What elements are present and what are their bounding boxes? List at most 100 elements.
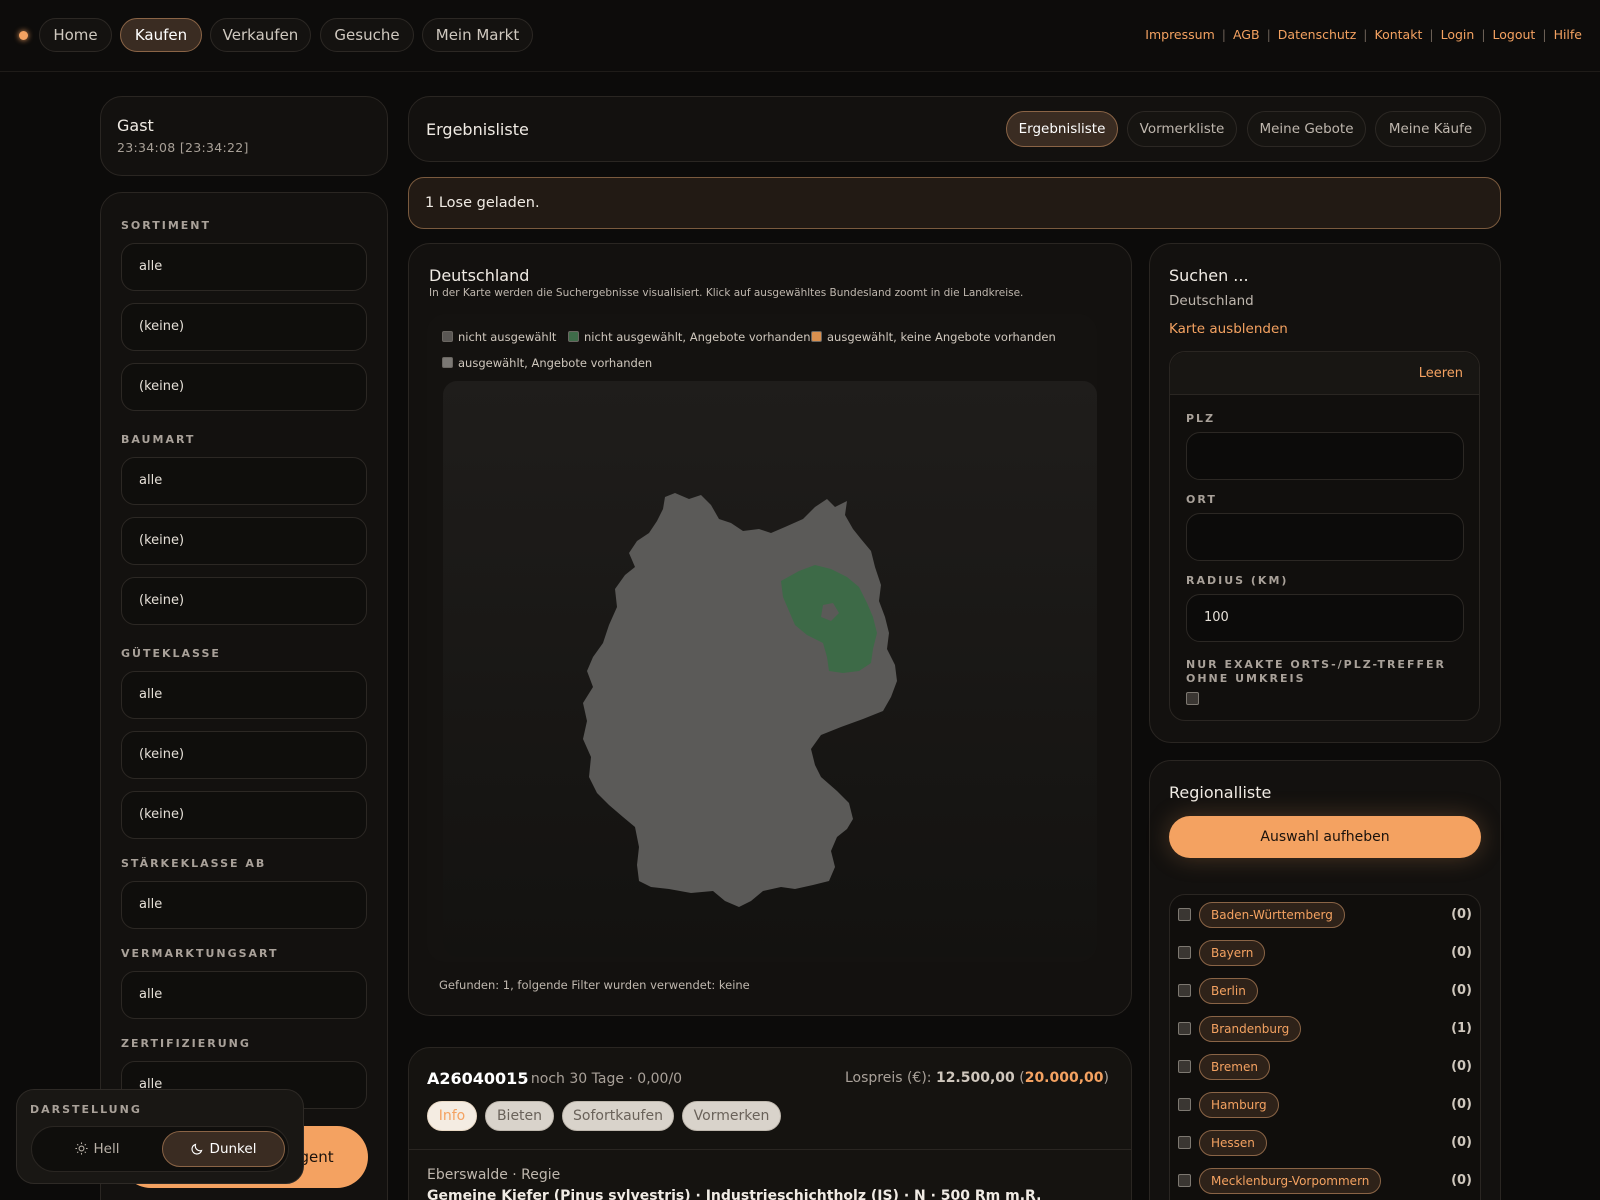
list-item[interactable]: Berlin (0) <box>1170 978 1480 1008</box>
region-checkbox[interactable] <box>1178 1098 1191 1111</box>
region-chip[interactable]: Baden-Württemberg <box>1199 902 1345 928</box>
lot-id[interactable]: A26040015 <box>427 1069 528 1088</box>
nav-kaufen[interactable]: Kaufen <box>120 18 202 52</box>
nav-mein-markt[interactable]: Mein Markt <box>422 18 533 52</box>
link-logout[interactable]: Logout <box>1493 27 1536 42</box>
ort-label: ORT <box>1186 493 1217 506</box>
user-card: Gast 23:34:08 [23:34:22] <box>100 96 388 176</box>
nav-home[interactable]: Home <box>39 18 112 52</box>
region-count: (0) <box>1451 907 1472 922</box>
link-kontakt[interactable]: Kontakt <box>1375 27 1423 42</box>
link-login[interactable]: Login <box>1441 27 1475 42</box>
map-found-text: Gefunden: 1, folgende Filter wurden verw… <box>439 978 750 992</box>
ort-input[interactable] <box>1186 513 1464 561</box>
nav-verkaufen[interactable]: Verkaufen <box>210 18 311 52</box>
legend-label: ausgewählt, keine Angebote vorhanden <box>827 330 1056 344</box>
select-sortiment-3[interactable]: (keine) <box>121 363 367 411</box>
link-agb[interactable]: AGB <box>1233 27 1260 42</box>
theme-light-option[interactable]: Hell <box>36 1131 158 1167</box>
user-name: Gast <box>117 116 154 135</box>
filter-panel: SORTIMENT alle (keine) (keine) BAUMART a… <box>100 192 388 1200</box>
select-sortiment-2[interactable]: (keine) <box>121 303 367 351</box>
list-item[interactable]: Hamburg (0) <box>1170 1092 1480 1122</box>
link-datenschutz[interactable]: Datenschutz <box>1278 27 1357 42</box>
region-checkbox[interactable] <box>1178 1022 1191 1035</box>
hide-map-link[interactable]: Karte ausblenden <box>1169 321 1288 337</box>
select-staerkeklasse[interactable]: alle <box>121 881 367 929</box>
list-item[interactable]: Mecklenburg-Vorpommern (0) <box>1170 1168 1480 1198</box>
region-count: (1) <box>1451 1021 1472 1036</box>
link-impressum[interactable]: Impressum <box>1145 27 1214 42</box>
lot-bookmark-button[interactable]: Vormerken <box>682 1101 781 1131</box>
region-list: Baden-Württemberg (0) Bayern (0) Berlin (0)… <box>1169 894 1481 1200</box>
select-baumart-2[interactable]: (keine) <box>121 517 367 565</box>
germany-map[interactable] <box>443 381 1097 957</box>
lot-price: Lospreis (€): 12.500,00 (20.000,00) <box>844 1070 1109 1086</box>
select-gueteklasse-2[interactable]: (keine) <box>121 731 367 779</box>
nav-gesuche[interactable]: Gesuche <box>320 18 414 52</box>
theme-light-label: Hell <box>93 1141 120 1157</box>
region-count: (0) <box>1451 983 1472 998</box>
list-item[interactable]: Bremen (0) <box>1170 1054 1480 1084</box>
lot-info-button[interactable]: Info <box>427 1101 477 1131</box>
region-checkbox[interactable] <box>1178 1136 1191 1149</box>
region-count: (0) <box>1451 1173 1472 1188</box>
legend-swatch-icon <box>811 331 822 342</box>
search-title: Suchen ... <box>1169 266 1249 285</box>
radius-input[interactable]: 100 <box>1186 594 1464 642</box>
lot-bid-button[interactable]: Bieten <box>485 1101 554 1131</box>
tab-ergebnisliste[interactable]: Ergebnisliste <box>1006 111 1118 147</box>
region-chip[interactable]: Mecklenburg-Vorpommern <box>1199 1168 1382 1194</box>
lot-card[interactable]: A26040015 · noch 30 Tage · 0,00/0 Lospre… <box>408 1047 1132 1200</box>
list-item[interactable]: Brandenburg (1) <box>1170 1016 1480 1046</box>
germany-map-svg[interactable] <box>443 381 1097 957</box>
region-chip[interactable]: Hamburg <box>1199 1092 1279 1118</box>
link-hilfe[interactable]: Hilfe <box>1554 27 1582 42</box>
select-gueteklasse-3[interactable]: (keine) <box>121 791 367 839</box>
lot-price-label: Lospreis (€): <box>844 1070 932 1086</box>
region-checkbox[interactable] <box>1178 1060 1191 1073</box>
region-chip[interactable]: Berlin <box>1199 978 1258 1004</box>
lot-description: Gemeine Kiefer (Pinus sylvestris) · Indu… <box>427 1188 1042 1200</box>
select-sortiment-1[interactable]: alle <box>121 243 367 291</box>
filter-label-gueteklasse: GÜTEKLASSE <box>121 647 221 660</box>
clear-button[interactable]: Leeren <box>1419 366 1463 381</box>
filter-label-zertifizierung: ZERTIFIZIERUNG <box>121 1037 251 1050</box>
region-chip[interactable]: Hessen <box>1199 1130 1267 1156</box>
region-checkbox[interactable] <box>1178 1174 1191 1187</box>
exact-match-checkbox[interactable] <box>1186 692 1199 705</box>
list-item[interactable]: Bayern (0) <box>1170 940 1480 970</box>
select-baumart-3[interactable]: (keine) <box>121 577 367 625</box>
theme-dark-option[interactable]: Dunkel <box>162 1131 285 1167</box>
region-chip[interactable]: Bremen <box>1199 1054 1270 1080</box>
list-item[interactable]: Baden-Württemberg (0) <box>1170 902 1480 932</box>
legend-item: ausgewählt, keine Angebote vorhanden <box>811 330 1056 344</box>
legend-item: nicht ausgewählt <box>442 330 556 344</box>
tab-vormerkliste[interactable]: Vormerkliste <box>1127 111 1237 147</box>
region-checkbox[interactable] <box>1178 984 1191 997</box>
sun-icon <box>74 1142 88 1155</box>
region-checkbox[interactable] <box>1178 908 1191 921</box>
select-baumart-1[interactable]: alle <box>121 457 367 505</box>
results-header: Ergebnisliste Ergebnisliste Vormerkliste… <box>408 96 1501 162</box>
region-count: (0) <box>1451 1135 1472 1150</box>
plz-input[interactable] <box>1186 432 1464 480</box>
tab-meine-kaeufe[interactable]: Meine Käufe <box>1375 111 1486 147</box>
region-chip[interactable]: Brandenburg <box>1199 1016 1302 1042</box>
select-vermarktungsart[interactable]: alle <box>121 971 367 1019</box>
filter-label-sortiment: SORTIMENT <box>121 219 212 232</box>
divider <box>409 1149 1131 1150</box>
location-search-form: Leeren PLZ ORT RADIUS (KM) 100 NUR EXAKT… <box>1169 351 1480 721</box>
plz-label: PLZ <box>1186 412 1216 425</box>
tab-meine-gebote[interactable]: Meine Gebote <box>1247 111 1366 147</box>
region-checkbox[interactable] <box>1178 946 1191 959</box>
region-count: (0) <box>1451 1097 1472 1112</box>
select-gueteklasse-1[interactable]: alle <box>121 671 367 719</box>
clear-selection-button[interactable]: Auswahl aufheben <box>1169 816 1481 858</box>
form-header: Leeren <box>1170 352 1479 395</box>
map-region-germany[interactable] <box>583 493 897 907</box>
list-item[interactable]: Hessen (0) <box>1170 1130 1480 1160</box>
lot-buy-now-button[interactable]: Sofortkaufen <box>562 1101 674 1131</box>
theme-label: DARSTELLUNG <box>30 1103 142 1116</box>
region-chip[interactable]: Bayern <box>1199 940 1266 966</box>
